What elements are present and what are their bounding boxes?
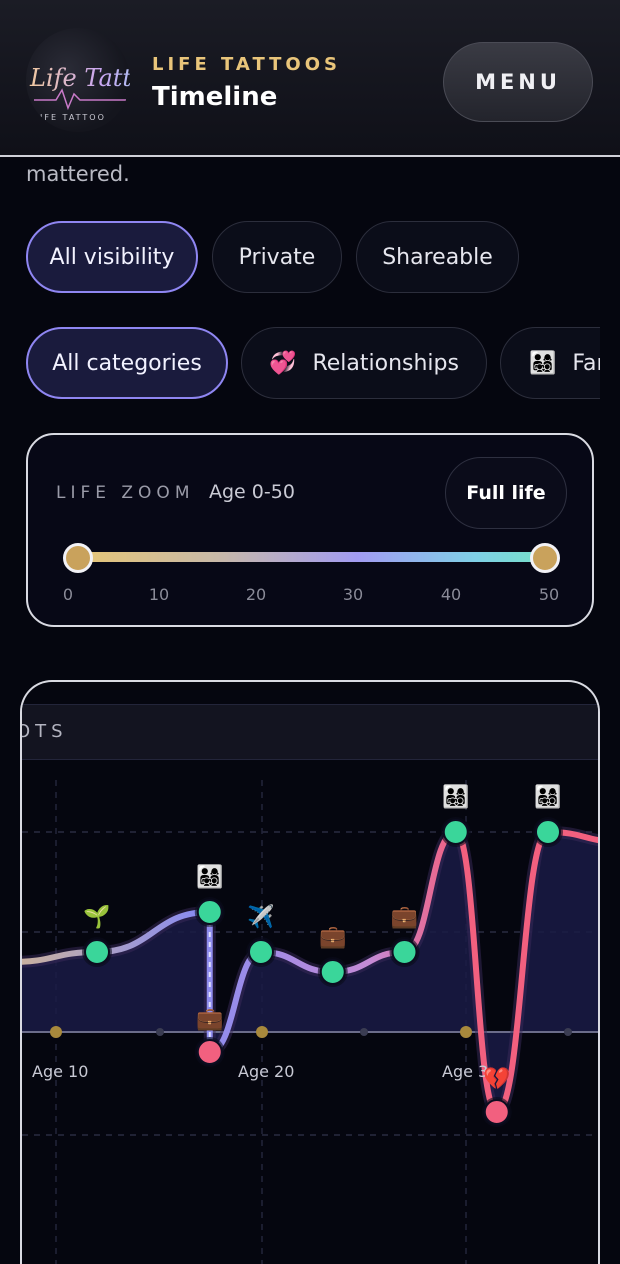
age-axis-label: Age 20 [238, 1062, 294, 1081]
chip-label: Family [572, 350, 600, 376]
baseline-tick-dot [50, 1026, 62, 1038]
slider-handle-min[interactable] [63, 543, 93, 573]
event-point[interactable] [442, 819, 469, 845]
life-timeline-chart[interactable]: Age 10 Age 20 Age 3 🌱 👨‍👩‍👧‍👦 💼 ✈️ 💼 💼 👨‍👩‍👧‍👦 💔 👨‍… [22, 760, 600, 1264]
brand-name: LIFE TATTOOS [152, 54, 341, 75]
event-point[interactable] [196, 1039, 223, 1065]
briefcase-icon: 💼 [196, 1007, 223, 1032]
page-title: Timeline [152, 82, 278, 112]
airplane-icon: ✈️ [247, 903, 274, 930]
intro-text: mattered. [26, 162, 130, 186]
event-point[interactable] [248, 939, 274, 965]
event-point[interactable] [535, 819, 561, 845]
baseline-tick-dot [460, 1026, 472, 1038]
app-logo[interactable]: Life Tattoos IFE TATTOO [26, 28, 130, 132]
age-range-slider-track[interactable] [76, 552, 546, 562]
timeline-section-title: OTS [20, 721, 68, 742]
category-filter-row[interactable]: All categories 💞 Relationships 👨‍👩‍👧‍👦 F… [0, 320, 600, 410]
timeline-card: OTS Age 10 Age 20 Age 3 🌱 👨‍👩‍👧‍👦 💼 ✈️ 💼 💼 👨‍👩‍👧‍… [20, 680, 600, 1264]
family-icon: 👨‍👩‍👧‍👦 [196, 864, 223, 890]
baseline-tick-dot [360, 1028, 368, 1036]
life-zoom-range: Age 0-50 [209, 481, 295, 503]
life-zoom-card: LIFE ZOOM Age 0-50 Full life 0 10 20 30 … [26, 433, 594, 627]
filter-relationships[interactable]: 💞 Relationships [241, 327, 487, 399]
chip-label: Relationships [312, 350, 459, 376]
filter-all-categories[interactable]: All categories [26, 327, 228, 399]
life-zoom-label: LIFE ZOOM [56, 483, 195, 503]
slider-tick-label: 30 [342, 585, 364, 604]
chip-label: All visibility [49, 244, 175, 270]
briefcase-icon: 💼 [319, 925, 346, 950]
age-axis-label: Age 3 [442, 1062, 488, 1081]
chip-label: All categories [52, 350, 202, 376]
seedling-icon: 🌱 [83, 904, 110, 930]
slider-handle-max[interactable] [530, 543, 560, 573]
event-point[interactable] [483, 1099, 510, 1125]
menu-button[interactable]: MENU [443, 42, 593, 122]
briefcase-icon: 💼 [391, 905, 418, 930]
slider-tick-label: 10 [148, 585, 170, 604]
logo-sub-text: IFE TATTOO [40, 113, 106, 122]
slider-tick-label: 0 [62, 585, 74, 604]
event-point[interactable] [391, 939, 418, 965]
slider-tick-label: 40 [440, 585, 462, 604]
chip-label: Private [238, 244, 316, 270]
family-icon: 👨‍👩‍👧‍👦 [534, 784, 561, 810]
baseline-tick-dot [256, 1026, 268, 1038]
logo-script-text: Life Tattoos [29, 64, 130, 92]
slider-tick-label: 20 [245, 585, 267, 604]
event-point[interactable] [196, 899, 223, 925]
slider-tick-label: 50 [538, 585, 560, 604]
full-life-button[interactable]: Full life [445, 457, 567, 529]
filter-private[interactable]: Private [212, 221, 342, 293]
timeline-section-header: OTS [20, 704, 598, 760]
filter-shareable[interactable]: Shareable [356, 221, 519, 293]
hearts-icon: 💞 [269, 350, 297, 376]
broken-heart-icon: 💔 [483, 1066, 511, 1092]
app-header: Life Tattoos IFE TATTOO LIFE TATTOOS Tim… [0, 0, 620, 157]
event-point[interactable] [319, 959, 346, 985]
baseline-tick-dot [156, 1028, 164, 1036]
age-axis-label: Age 10 [32, 1062, 88, 1081]
family-icon: 👨‍👩‍👧‍👦 [529, 350, 557, 376]
logo-graphic: Life Tattoos IFE TATTOO [29, 64, 130, 122]
chip-label: Shareable [382, 244, 493, 270]
family-icon: 👨‍👩‍👧‍👦 [442, 784, 469, 810]
filter-all-visibility[interactable]: All visibility [26, 221, 198, 293]
event-point[interactable] [84, 939, 110, 965]
baseline-tick-dot [564, 1028, 572, 1036]
filter-family[interactable]: 👨‍👩‍👧‍👦 Family [500, 327, 600, 399]
